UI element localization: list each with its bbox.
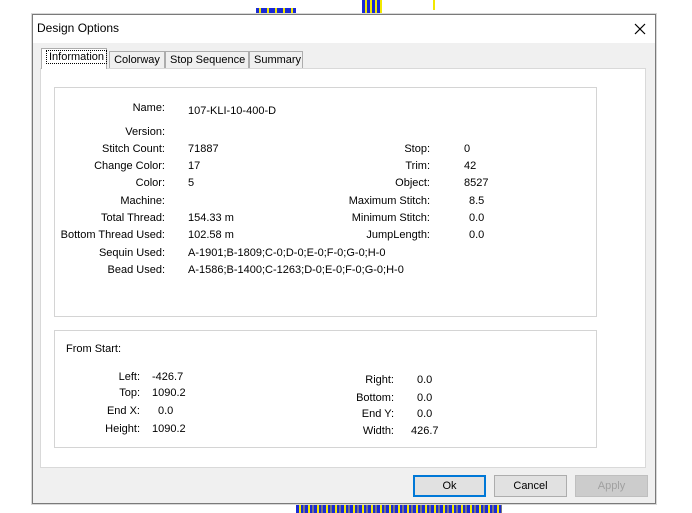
name-label: Name: [132, 102, 165, 114]
bead-used-value: A-1586;B-1400;C-1263;D-0;E-0;F-0;G-0;H-0 [188, 264, 404, 276]
jump-length-label: JumpLength: [366, 229, 430, 241]
tab-label: Information [46, 50, 108, 64]
tab-label: Summary [254, 54, 302, 66]
jump-length-value: 0.0 [469, 229, 485, 241]
version-label: Version: [125, 126, 165, 138]
bottom-value: 0.0 [417, 392, 433, 404]
height-label: Height: [105, 423, 140, 435]
tab-label: Stop Sequence [170, 54, 246, 66]
dialog-title: Design Options [37, 21, 120, 35]
tab-stop-sequence[interactable]: Stop Sequence [165, 51, 249, 68]
left-label: Left: [118, 371, 140, 383]
stitch-count-value: 71887 [188, 143, 219, 155]
width-label: Width: [362, 425, 394, 437]
object-value: 8527 [464, 177, 489, 189]
min-stitch-label: Minimum Stitch: [351, 212, 430, 224]
design-info-group: Name: 107-KLI-10-400-DH Version: Stitch … [54, 87, 597, 317]
apply-button-label: Apply [597, 480, 626, 492]
stitch-count-label: Stitch Count: [102, 143, 165, 155]
name-value: 107-KLI-10-400-DH [188, 105, 276, 117]
from-start-group: From Start: Left: -426.7 Top: 1090.2 End… [54, 330, 597, 448]
end-y-label: End Y: [361, 408, 394, 420]
tab-label: Colorway [114, 54, 160, 66]
stop-label: Stop: [404, 143, 430, 155]
machine-label: Machine: [120, 195, 165, 207]
sequin-used-value: A-1901;B-1809;C-0;D-0;E-0;F-0;G-0;H-0 [188, 247, 386, 259]
tab-summary[interactable]: Summary [249, 51, 303, 68]
width-value: 426.7 [411, 425, 439, 437]
top-value: 1090.2 [152, 387, 186, 399]
bottom-thread-label: Bottom Thread Used: [60, 229, 165, 241]
min-stitch-value: 0.0 [469, 212, 485, 224]
change-color-value: 17 [188, 160, 201, 172]
ok-button-label: Ok [442, 480, 457, 492]
right-label: Right: [365, 374, 394, 386]
bead-used-label: Bead Used: [107, 264, 165, 276]
trim-label: Trim: [405, 160, 430, 172]
end-x-label: End X: [106, 405, 140, 417]
close-button[interactable] [625, 15, 655, 43]
close-icon [634, 23, 646, 35]
height-value: 1090.2 [152, 423, 186, 435]
end-y-value: 0.0 [417, 408, 433, 420]
color-label: Color: [135, 177, 165, 189]
total-thread-value: 154.33 m [188, 212, 234, 224]
apply-button[interactable]: Apply [575, 475, 648, 497]
sequin-used-label: Sequin Used: [98, 247, 165, 259]
top-label: Top: [119, 387, 140, 399]
max-stitch-value: 8.5 [469, 195, 485, 207]
right-value: 0.0 [417, 374, 433, 386]
background-design-fragment [296, 504, 502, 513]
trim-value: 42 [464, 160, 477, 172]
from-start-heading: From Start: [66, 343, 122, 355]
total-thread-label: Total Thread: [100, 212, 165, 224]
tab-colorway[interactable]: Colorway [109, 51, 165, 68]
stop-value: 0 [464, 143, 471, 155]
left-value: -426.7 [152, 371, 184, 383]
cancel-button[interactable]: Cancel [494, 475, 567, 497]
information-panel: Name: 107-KLI-10-400-DH Version: Stitch … [40, 68, 646, 468]
change-color-label: Change Color: [94, 160, 165, 172]
object-label: Object: [395, 177, 430, 189]
design-options-dialog: Design Options Information Colorway Stop… [32, 14, 656, 504]
tab-information[interactable]: Information [41, 48, 108, 69]
background-design-fragment [433, 0, 435, 10]
cancel-button-label: Cancel [513, 480, 548, 492]
max-stitch-label: Maximum Stitch: [348, 195, 430, 207]
ok-button[interactable]: Ok [413, 475, 486, 497]
color-value: 5 [188, 177, 195, 189]
title-bar: Design Options [33, 15, 655, 43]
bottom-label: Bottom: [356, 392, 394, 404]
bottom-thread-value: 102.58 m [188, 229, 234, 241]
background-design-fragment [362, 0, 382, 15]
end-x-value: 0.0 [158, 405, 174, 417]
